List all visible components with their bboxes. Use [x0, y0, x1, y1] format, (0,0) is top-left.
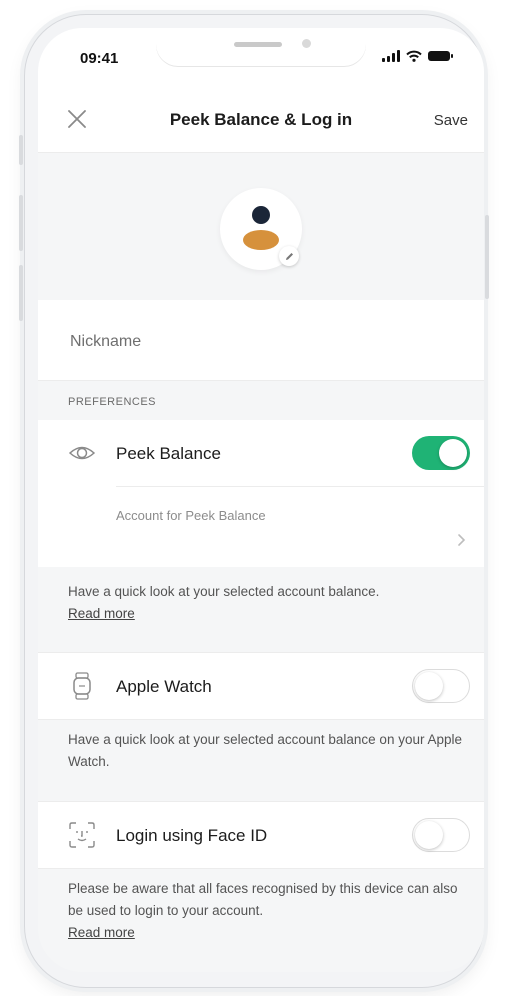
face-id-label: Login using Face ID: [116, 826, 268, 845]
wifi-icon: [406, 50, 422, 62]
save-button[interactable]: Save: [434, 112, 468, 129]
peek-balance-read-more-link[interactable]: Read more: [68, 603, 135, 625]
face-id-card: Login using Face ID: [38, 801, 484, 869]
front-camera: [302, 39, 311, 48]
eye-icon: [68, 446, 96, 460]
battery-icon: [428, 51, 453, 61]
status-time: 09:41: [80, 50, 119, 67]
watch-icon: [73, 672, 91, 700]
volume-down-button: [19, 265, 23, 321]
apple-watch-card: Apple Watch: [38, 652, 484, 720]
nickname-row: [38, 300, 484, 381]
face-id-description-text: Please be aware that all faces recognise…: [68, 881, 458, 918]
avatar[interactable]: [220, 188, 302, 270]
peek-balance-description: Have a quick look at your selected accou…: [68, 581, 468, 625]
speaker-grille: [234, 42, 282, 47]
peek-balance-toggle[interactable]: [412, 436, 470, 470]
account-for-peek-balance[interactable]: Account for Peek Balance: [116, 508, 266, 523]
peek-balance-card: Peek Balance Account for Peek Balance: [38, 420, 484, 567]
volume-up-button: [19, 195, 23, 251]
nav-bar: Peek Balance & Log in Save: [38, 88, 484, 153]
status-bar: 09:41: [38, 28, 484, 88]
toggle-knob: [415, 821, 443, 849]
app-screen: 09:41 Peek Balance & Log in Save Nicknam…: [38, 28, 484, 972]
face-id-read-more-link[interactable]: Read more: [68, 922, 135, 944]
power-button: [485, 215, 489, 299]
pencil-icon: [285, 252, 293, 260]
apple-watch-label: Apple Watch: [116, 677, 212, 696]
face-id-toggle[interactable]: [412, 818, 470, 852]
preferences-header: PREFERENCES: [68, 396, 157, 408]
nickname-input[interactable]: [68, 326, 452, 358]
face-id-description: Please be aware that all faces recognise…: [68, 878, 468, 944]
apple-watch-description: Have a quick look at your selected accou…: [68, 729, 468, 773]
edit-avatar-button[interactable]: [279, 246, 299, 266]
peek-balance-description-text: Have a quick look at your selected accou…: [68, 584, 380, 599]
mute-switch: [19, 135, 23, 165]
chevron-right-icon[interactable]: [456, 533, 466, 547]
toggle-knob: [415, 672, 443, 700]
signal-icon: [382, 50, 400, 62]
apple-watch-description-text: Have a quick look at your selected accou…: [68, 732, 462, 769]
peek-balance-label: Peek Balance: [116, 444, 221, 463]
avatar-section: [38, 153, 484, 293]
face-id-icon: [69, 822, 95, 848]
toggle-knob: [439, 439, 467, 467]
divider: [116, 486, 484, 487]
avatar-head: [252, 206, 270, 224]
avatar-body: [243, 230, 279, 250]
status-icons: [382, 50, 453, 62]
apple-watch-toggle[interactable]: [412, 669, 470, 703]
notch: [156, 28, 366, 66]
page-title: Peek Balance & Log in: [169, 110, 353, 129]
